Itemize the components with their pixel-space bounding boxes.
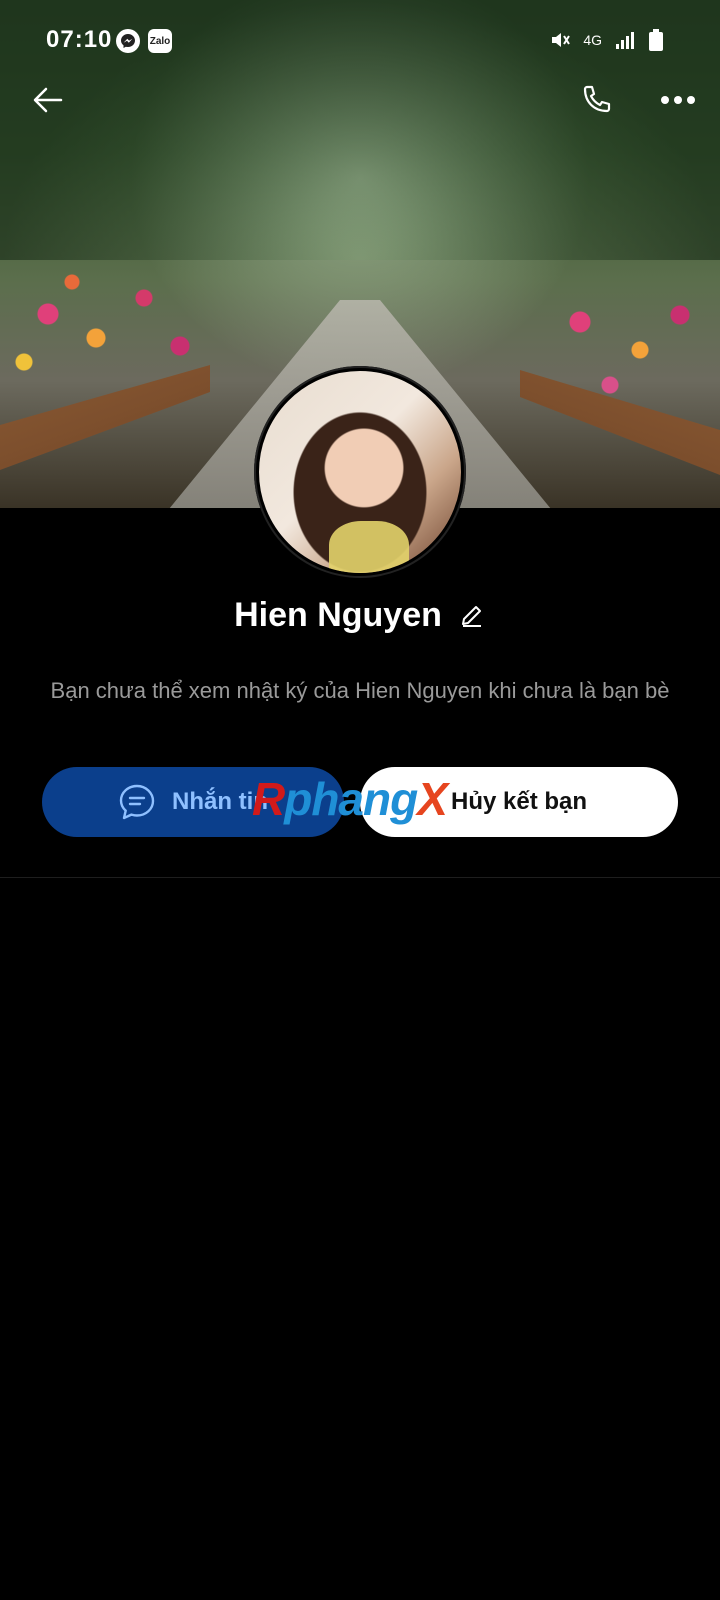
- unfriend-button-label: Hủy kết bạn: [450, 788, 588, 815]
- name-row: Hien Nguyen: [0, 590, 720, 640]
- profile-screen: 07:10 Zalo 4G Hien Nguyen Bạn chưa thể x…: [0, 0, 720, 1600]
- status-indicators: 4G: [549, 28, 664, 52]
- call-button[interactable]: [574, 78, 618, 122]
- back-button[interactable]: [26, 78, 70, 122]
- message-button[interactable]: Nhắn tin: [42, 767, 344, 837]
- diary-notice: Bạn chưa thể xem nhật ký của Hien Nguyen…: [50, 678, 670, 703]
- more-options-button[interactable]: [656, 78, 700, 122]
- phone-icon: [583, 85, 611, 113]
- message-button-label: Nhắn tin: [172, 788, 268, 815]
- more-dots-icon: [661, 96, 695, 104]
- status-time: 07:10: [46, 26, 113, 53]
- messenger-icon: [116, 29, 140, 53]
- profile-name: Hien Nguyen: [234, 595, 442, 634]
- arrow-left-icon: [33, 87, 63, 113]
- pencil-icon: [461, 606, 481, 627]
- status-bar: 07:10 Zalo 4G: [0, 22, 720, 58]
- signal-icon: [616, 32, 634, 49]
- unfriend-button[interactable]: Hủy kết bạn: [360, 767, 678, 837]
- zalo-icon: Zalo: [148, 29, 172, 53]
- zalo-label: Zalo: [149, 35, 171, 47]
- network-type: 4G: [583, 32, 602, 48]
- avatar[interactable]: [254, 366, 466, 578]
- section-divider: [0, 877, 720, 878]
- battery-icon: [649, 29, 663, 51]
- mute-icon: [552, 33, 571, 47]
- chat-bubble-icon: [119, 784, 155, 820]
- edit-name-button[interactable]: [458, 601, 486, 629]
